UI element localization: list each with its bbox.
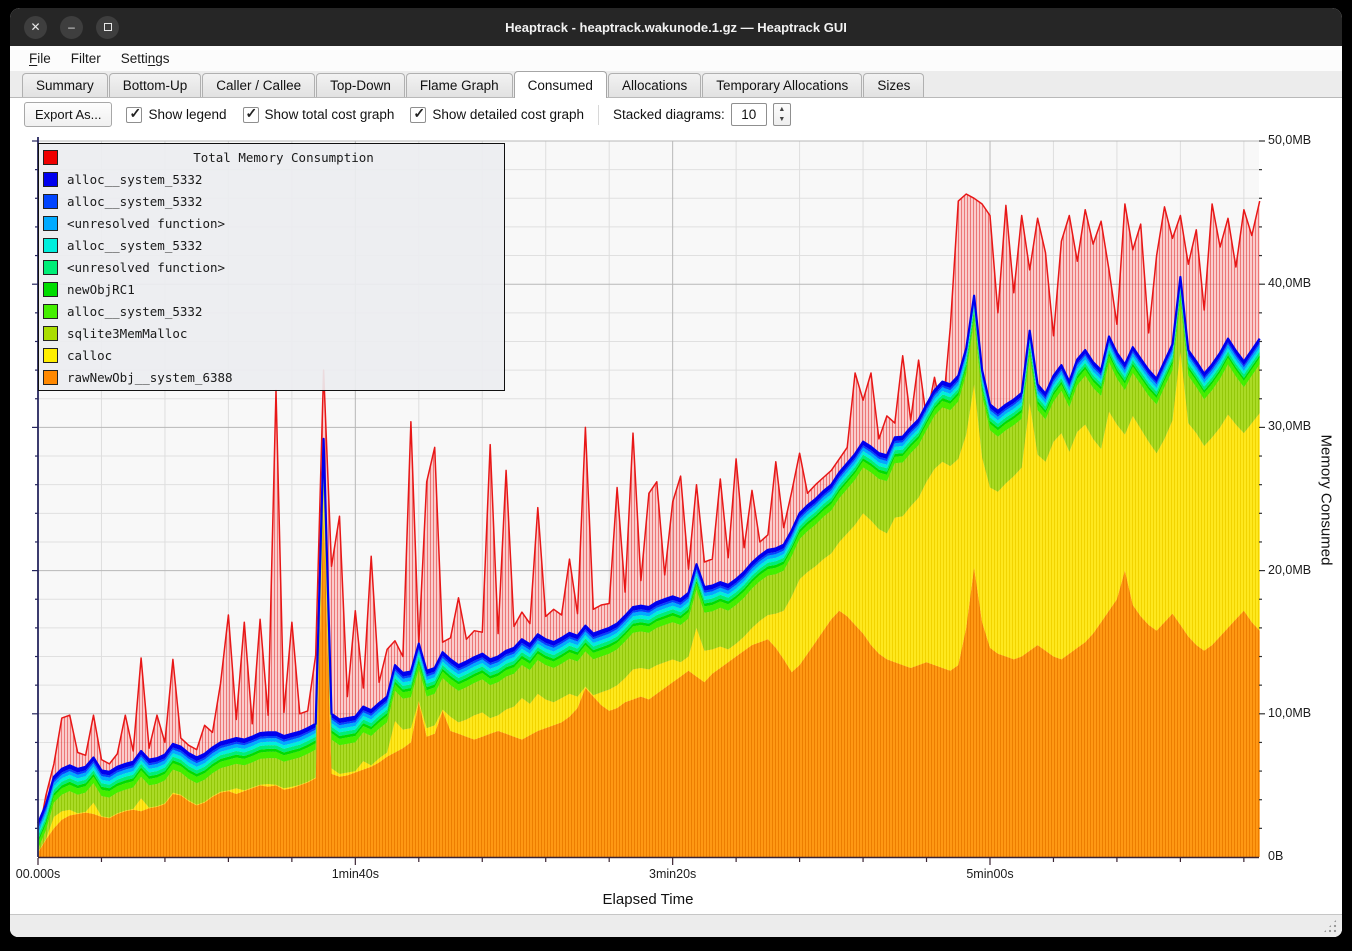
- y-axis-title: Memory Consumed: [1318, 435, 1335, 566]
- window-controls: ✕ –: [24, 8, 119, 46]
- checkbox-box[interactable]: ✓: [126, 107, 142, 123]
- legend-label: alloc__system_5332: [67, 172, 202, 187]
- consumed-chart: Total Memory Consumption alloc__system_53…: [10, 131, 1342, 914]
- legend-item-calloc: calloc: [43, 344, 500, 366]
- chart-legend: Total Memory Consumption alloc__system_53…: [38, 143, 505, 391]
- x-tick-label: 00.000s: [10, 867, 78, 881]
- checkbox-show-total-cost-graph[interactable]: ✓ Show total cost graph: [243, 107, 395, 123]
- spin-up-icon[interactable]: ▲: [774, 104, 790, 115]
- legend-label: <unresolved function>: [67, 216, 225, 231]
- tab-bar: SummaryBottom-UpCaller / CalleeTop-DownF…: [10, 71, 1342, 98]
- legend-swatch-icon: [43, 260, 58, 275]
- tab-summary[interactable]: Summary: [22, 73, 108, 97]
- toolbar-separator: [598, 105, 599, 125]
- legend-label: alloc__system_5332: [67, 304, 202, 319]
- tab-temporary-allocations[interactable]: Temporary Allocations: [702, 73, 862, 97]
- status-bar: [10, 914, 1342, 937]
- y-tick-label: 50,0MB: [1268, 133, 1311, 147]
- legend-item-alloc-system-5332: alloc__system_5332: [43, 190, 500, 212]
- legend-swatch-icon: [43, 216, 58, 231]
- legend-label: sqlite3MemMalloc: [67, 326, 187, 341]
- legend-label: <unresolved function>: [67, 260, 225, 275]
- spinbox-arrows: ▲ ▼: [773, 103, 791, 126]
- spin-down-icon[interactable]: ▼: [774, 115, 790, 126]
- legend-item-alloc-system-5332: alloc__system_5332: [43, 300, 500, 322]
- menu-file[interactable]: File: [20, 49, 60, 68]
- tab-caller-callee[interactable]: Caller / Callee: [202, 73, 315, 97]
- legend-swatch-icon: [43, 370, 58, 385]
- legend-label: Total Memory Consumption: [67, 150, 500, 165]
- y-tick-label: 20,0MB: [1268, 563, 1311, 577]
- legend-item-sqlite3memmalloc: sqlite3MemMalloc: [43, 322, 500, 344]
- legend-item-unresolved-function: <unresolved function>: [43, 212, 500, 234]
- legend-item-unresolved-function: <unresolved function>: [43, 256, 500, 278]
- legend-item-newobjrc1: newObjRC1: [43, 278, 500, 300]
- legend-swatch-icon: [43, 326, 58, 341]
- checkbox-box[interactable]: ✓: [410, 107, 426, 123]
- y-tick-label: 0B: [1268, 849, 1283, 863]
- y-tick-label: 10,0MB: [1268, 706, 1311, 720]
- checkbox-box[interactable]: ✓: [243, 107, 259, 123]
- legend-swatch-icon: [43, 172, 58, 187]
- title-bar: ✕ – Heaptrack - heaptrack.wakunode.1.gz …: [10, 8, 1342, 46]
- legend-item-alloc-system-5332: alloc__system_5332: [43, 168, 500, 190]
- legend-swatch-icon: [43, 238, 58, 253]
- x-tick-label: 5min00s: [950, 867, 1030, 881]
- stacked-diagrams-spinbox[interactable]: 10: [731, 103, 767, 126]
- legend-label: calloc: [67, 348, 112, 363]
- app-window: ✕ – Heaptrack - heaptrack.wakunode.1.gz …: [10, 8, 1342, 937]
- resize-grip-icon[interactable]: [1323, 919, 1337, 933]
- tab-consumed[interactable]: Consumed: [514, 71, 607, 98]
- menu-filter[interactable]: Filter: [62, 49, 110, 68]
- legend-swatch-icon: [43, 304, 58, 319]
- toolbar: Export As... ✓ Show legend ✓ Show total cos…: [10, 98, 1342, 131]
- menu-bar: FileFilterSettings: [10, 46, 1342, 71]
- legend-swatch-icon: [43, 150, 58, 165]
- close-icon[interactable]: ✕: [24, 16, 47, 39]
- window-title: Heaptrack - heaptrack.wakunode.1.gz — He…: [505, 20, 847, 35]
- tab-bottom-up[interactable]: Bottom-Up: [109, 73, 202, 97]
- y-tick-label: 40,0MB: [1268, 276, 1311, 290]
- legend-label: rawNewObj__system_6388: [67, 370, 233, 385]
- tab-flame-graph[interactable]: Flame Graph: [406, 73, 513, 97]
- export-as-button[interactable]: Export As...: [24, 102, 112, 127]
- checkbox-group: ✓ Show legend ✓ Show total cost graph ✓ Show …: [126, 107, 584, 123]
- x-tick-label: 3min20s: [633, 867, 713, 881]
- legend-label: alloc__system_5332: [67, 194, 202, 209]
- y-tick-label: 30,0MB: [1268, 419, 1311, 433]
- legend-swatch-icon: [43, 194, 58, 209]
- tab-sizes[interactable]: Sizes: [863, 73, 924, 97]
- checkbox-show-legend[interactable]: ✓ Show legend: [126, 107, 226, 123]
- stacked-diagrams-label: Stacked diagrams:: [613, 107, 725, 122]
- legend-item-alloc-system-5332: alloc__system_5332: [43, 234, 500, 256]
- legend-swatch-icon: [43, 282, 58, 297]
- x-axis-title: Elapsed Time: [548, 891, 748, 908]
- legend-label: newObjRC1: [67, 282, 135, 297]
- minimize-icon[interactable]: –: [60, 16, 83, 39]
- legend-label: alloc__system_5332: [67, 238, 202, 253]
- checkbox-label: Show detailed cost graph: [432, 107, 584, 122]
- legend-title-row: Total Memory Consumption: [43, 146, 500, 168]
- legend-item-rawnewobj-system-6388: rawNewObj__system_6388: [43, 366, 500, 388]
- legend-swatch-icon: [43, 348, 58, 363]
- tab-allocations[interactable]: Allocations: [608, 73, 701, 97]
- tab-top-down[interactable]: Top-Down: [316, 73, 405, 97]
- checkbox-show-detailed-cost-graph[interactable]: ✓ Show detailed cost graph: [410, 107, 584, 123]
- maximize-icon[interactable]: [96, 16, 119, 39]
- stacked-diagrams-control: Stacked diagrams: 10 ▲ ▼: [613, 103, 791, 126]
- menu-settings[interactable]: Settings: [112, 49, 179, 68]
- checkbox-label: Show total cost graph: [265, 107, 395, 122]
- checkbox-label: Show legend: [148, 107, 226, 122]
- x-tick-label: 1min40s: [315, 867, 395, 881]
